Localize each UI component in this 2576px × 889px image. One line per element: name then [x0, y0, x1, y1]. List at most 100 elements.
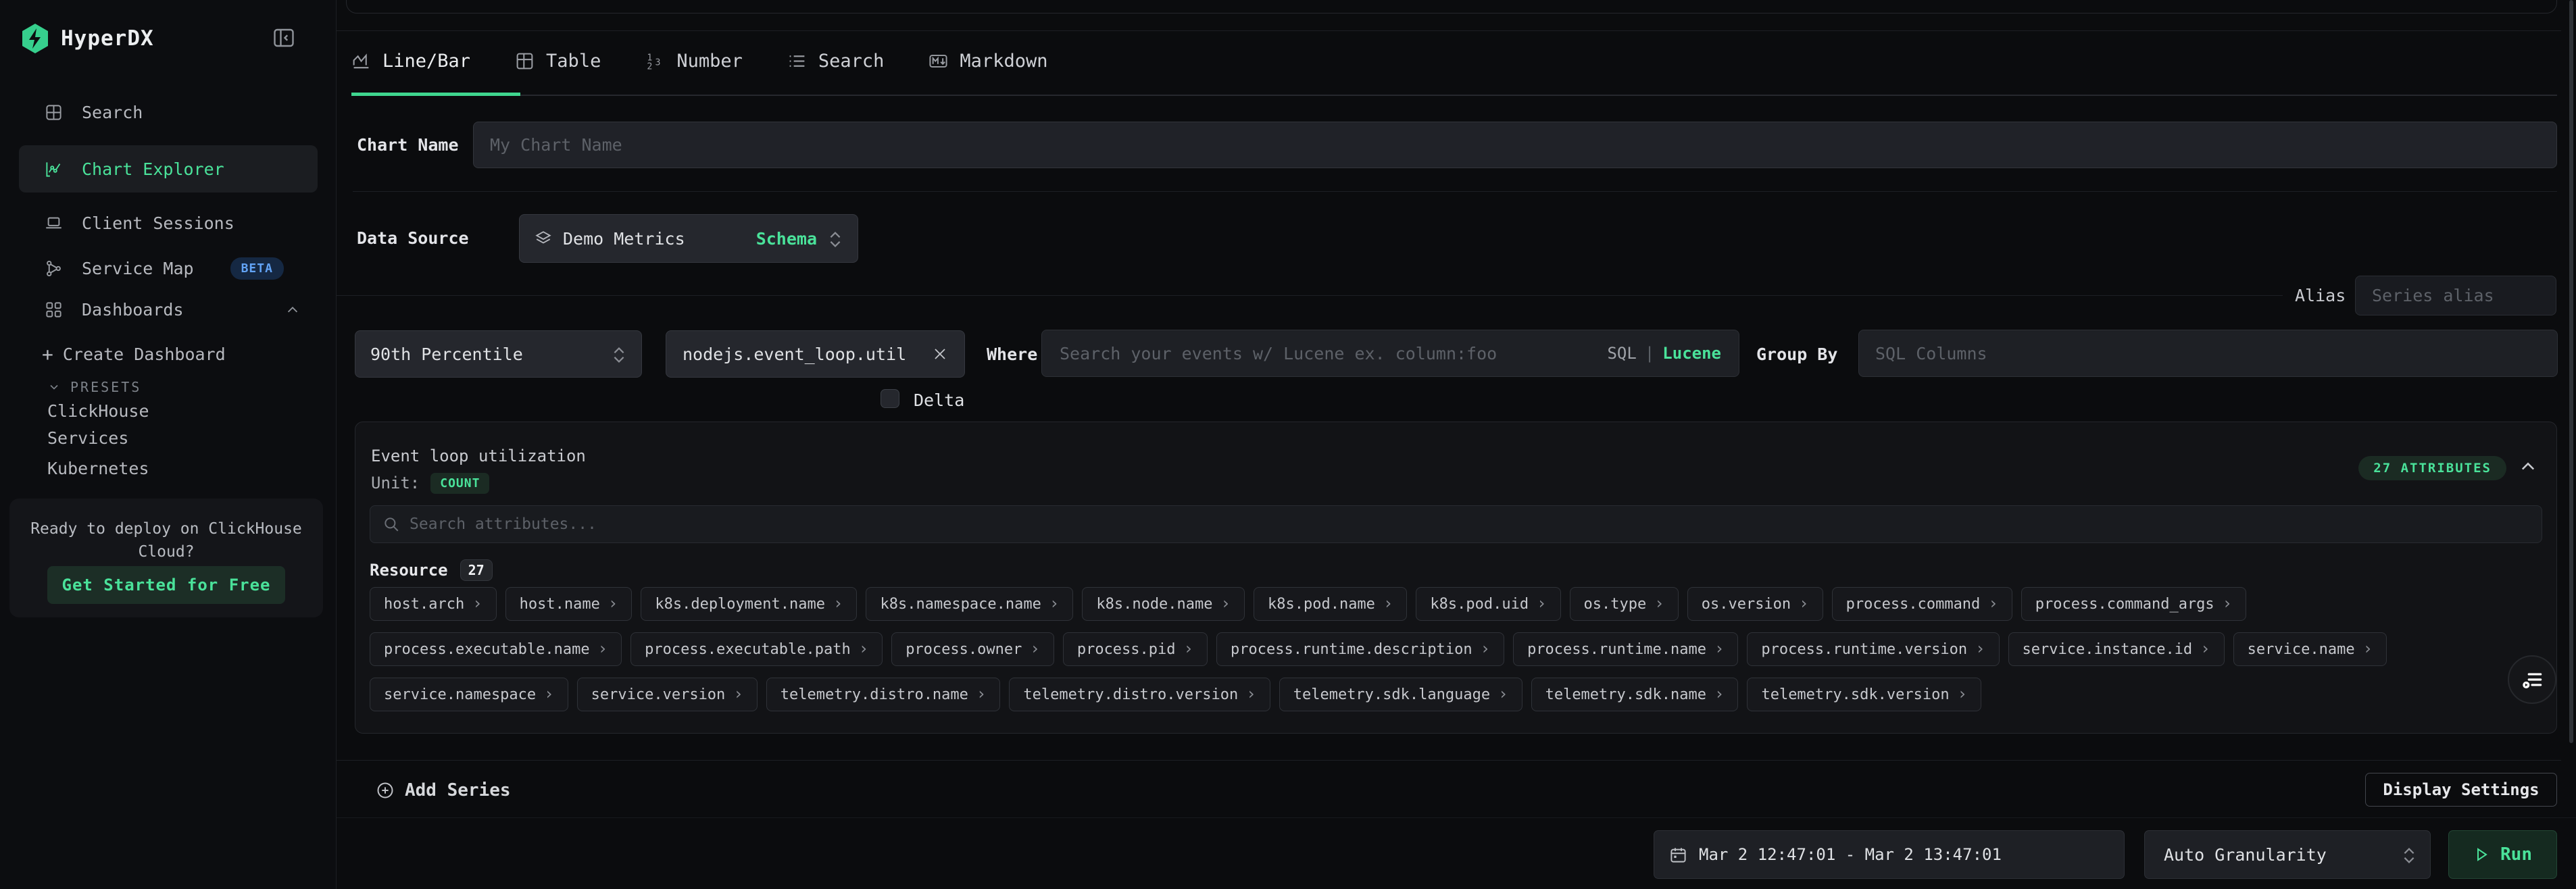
sidebar-item-search[interactable]: Search	[19, 90, 318, 134]
divider	[337, 30, 2561, 31]
aggregation-value: 90th Percentile	[370, 345, 523, 364]
attribute-chip[interactable]: process.runtime.description›	[1216, 632, 1504, 666]
tab-search[interactable]: Search	[787, 41, 885, 81]
chevron-right-icon: ›	[1246, 686, 1256, 702]
attribute-chip[interactable]: telemetry.sdk.name›	[1531, 678, 1739, 711]
attribute-chip-label: host.name	[520, 596, 600, 613]
attribute-chip[interactable]: host.arch›	[370, 587, 497, 621]
promo-text: Ready to deploy on ClickHouse Cloud?	[26, 517, 307, 563]
attribute-chip[interactable]: process.runtime.name›	[1513, 632, 1738, 666]
attribute-chip[interactable]: process.owner›	[891, 632, 1054, 666]
chart-name-input[interactable]	[473, 122, 2557, 168]
metric-chip[interactable]: nodejs.event_loop.util	[666, 330, 965, 378]
attribute-chip[interactable]: process.runtime.version›	[1747, 632, 1999, 666]
attribute-chip[interactable]: os.version›	[1687, 587, 1823, 621]
chevron-right-icon: ›	[1958, 686, 1967, 702]
schema-link[interactable]: Schema	[756, 229, 817, 249]
attribute-chip-label: process.executable.path	[645, 641, 851, 658]
attribute-chip-label: host.arch	[384, 596, 464, 613]
attribute-chip[interactable]: process.command_args›	[2021, 587, 2246, 621]
attribute-chip[interactable]: service.name›	[2233, 632, 2387, 666]
aggregation-select[interactable]: 90th Percentile	[355, 330, 642, 378]
presets-toggle[interactable]: PRESETS	[47, 377, 141, 397]
chevron-right-icon: ›	[1537, 595, 1546, 611]
attribute-chip[interactable]: k8s.pod.uid ›	[1416, 587, 1560, 621]
attribute-chip-label: process.owner	[906, 641, 1022, 658]
get-started-button[interactable]: Get Started for Free	[47, 566, 285, 604]
unit-row: Unit: COUNT	[371, 472, 489, 494]
remove-metric-icon[interactable]	[932, 346, 948, 362]
plus-icon: +	[42, 343, 53, 365]
attribute-chip-label: os.type	[1584, 596, 1647, 613]
help-widget-button[interactable]	[2508, 655, 2556, 704]
attribute-chip[interactable]: service.version ›	[577, 678, 758, 711]
attribute-chip[interactable]: process.executable.path ›	[630, 632, 883, 666]
laptop-icon	[45, 214, 63, 232]
attribute-chip[interactable]: telemetry.sdk.version›	[1747, 678, 1981, 711]
delta-checkbox[interactable]	[881, 389, 899, 408]
scrollbar-thumb[interactable]	[2569, 0, 2573, 743]
group-by-input[interactable]	[1858, 330, 2558, 377]
add-series-button[interactable]: Add Series	[376, 773, 511, 807]
tab-markdown[interactable]: Markdown	[928, 41, 1047, 81]
where-search-input[interactable]	[1042, 330, 1607, 376]
attribute-chip[interactable]: k8s.pod.name›	[1254, 587, 1407, 621]
tab-line-bar[interactable]: Line/Bar	[351, 41, 470, 81]
preset-services[interactable]: Services	[47, 427, 128, 449]
attribute-search-input[interactable]	[410, 515, 2529, 533]
sidebar-collapse-icon[interactable]	[272, 26, 296, 50]
attribute-chip-label: k8s.pod.uid	[1430, 596, 1529, 613]
sidebar-item-label: Search	[82, 103, 143, 122]
create-dashboard-button[interactable]: + Create Dashboard	[42, 342, 226, 366]
changelog-icon	[2519, 667, 2545, 692]
svg-text:3: 3	[655, 57, 661, 68]
attribute-chip[interactable]: telemetry.sdk.language›	[1279, 678, 1522, 711]
attribute-chip[interactable]: service.namespace›	[370, 678, 568, 711]
sidebar-item-dashboards[interactable]: Dashboards	[19, 287, 318, 332]
preset-kubernetes[interactable]: Kubernetes	[47, 457, 149, 479]
chevron-right-icon: ›	[859, 640, 868, 657]
attribute-chip[interactable]: k8s.node.name›	[1082, 587, 1245, 621]
chart-name-label: Chart Name	[357, 135, 459, 155]
chevron-up-icon[interactable]	[2519, 457, 2537, 476]
sidebar-item-service-map[interactable]: Service Map BETA	[19, 246, 318, 290]
search-icon	[382, 515, 400, 533]
where-search-box: SQL | Lucene	[1041, 330, 1739, 377]
attribute-chip-label: service.version	[591, 686, 726, 703]
chevron-right-icon: ›	[1498, 686, 1508, 702]
attribute-chip[interactable]: process.executable.name›	[370, 632, 622, 666]
chevron-right-icon: ›	[733, 686, 743, 702]
granularity-select[interactable]: Auto Granularity	[2144, 830, 2431, 879]
attribute-chip[interactable]: telemetry.distro.name›	[766, 678, 1001, 711]
data-source-value: Demo Metrics	[563, 229, 685, 249]
attribute-chip[interactable]: k8s.namespace.name›	[866, 587, 1073, 621]
select-chevrons-icon	[612, 344, 626, 364]
previous-panel-edge	[346, 0, 2557, 14]
sidebar-item-chart-explorer[interactable]: Chart Explorer	[19, 145, 318, 193]
lucene-toggle[interactable]: Lucene	[1662, 344, 1721, 363]
attribute-chip-label: process.runtime.version	[1761, 641, 1967, 658]
sql-toggle[interactable]: SQL	[1607, 344, 1636, 363]
attribute-chip[interactable]: telemetry.distro.version›	[1009, 678, 1270, 711]
run-button[interactable]: Run	[2448, 830, 2557, 879]
attribute-search-box	[370, 505, 2542, 543]
unit-label: Unit:	[371, 474, 420, 492]
display-settings-button[interactable]: Display Settings	[2365, 773, 2557, 807]
tab-number[interactable]: 1 2 3 Number	[645, 41, 743, 81]
metric-attributes-panel: Event loop utilization Unit: COUNT 27 AT…	[355, 422, 2557, 734]
list-icon	[787, 51, 807, 71]
attribute-chip[interactable]: process.pid›	[1063, 632, 1208, 666]
attribute-chip[interactable]: process.command›	[1832, 587, 2012, 621]
tab-table[interactable]: Table	[515, 41, 601, 81]
attribute-chip[interactable]: host.name›	[505, 587, 633, 621]
svg-text:2: 2	[647, 61, 653, 70]
attribute-chip[interactable]: k8s.deployment.name›	[641, 587, 857, 621]
data-source-select[interactable]: Demo Metrics Schema	[519, 214, 858, 263]
series-alias-input[interactable]	[2355, 276, 2556, 315]
chevron-right-icon: ›	[1714, 686, 1724, 702]
preset-clickhouse[interactable]: ClickHouse	[47, 400, 149, 422]
attribute-chip[interactable]: service.instance.id›	[2008, 632, 2225, 666]
sidebar-item-client-sessions[interactable]: Client Sessions	[19, 201, 318, 245]
attribute-chip[interactable]: os.type›	[1570, 587, 1679, 621]
time-range-picker[interactable]: Mar 2 12:47:01 - Mar 2 13:47:01	[1654, 830, 2125, 879]
